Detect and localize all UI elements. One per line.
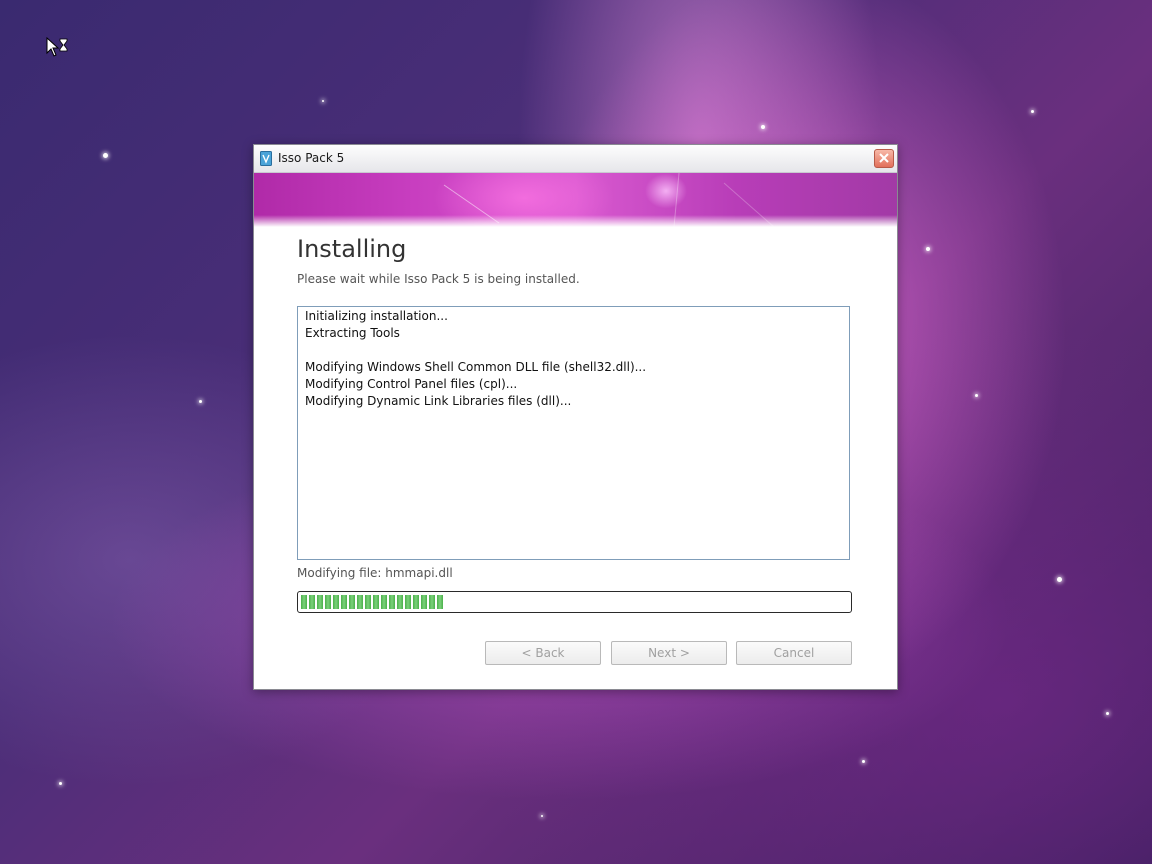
banner-fade <box>254 215 897 227</box>
log-line: Initializing installation... <box>305 309 448 323</box>
star <box>59 782 62 785</box>
star <box>975 394 978 397</box>
window-title: Isso Pack 5 <box>278 151 345 165</box>
page-subtitle: Please wait while Isso Pack 5 is being i… <box>297 272 580 286</box>
star <box>1031 110 1034 113</box>
title-bar[interactable]: Isso Pack 5 <box>254 145 897 173</box>
header-banner <box>254 173 897 227</box>
star <box>862 760 865 763</box>
cancel-button[interactable]: Cancel <box>736 641 852 665</box>
log-line: Modifying Dynamic Link Libraries files (… <box>305 394 572 408</box>
installer-window: Isso Pack 5 Installing Please wait while… <box>253 144 898 690</box>
install-log[interactable]: Initializing installation... Extracting … <box>297 306 850 560</box>
star <box>541 815 543 817</box>
back-button[interactable]: < Back <box>485 641 601 665</box>
log-line: Modifying Windows Shell Common DLL file … <box>305 360 647 374</box>
close-icon <box>879 153 889 163</box>
star <box>1057 577 1062 582</box>
star <box>761 125 765 129</box>
log-line: Extracting Tools <box>305 326 400 340</box>
page-title: Installing <box>297 235 407 263</box>
star <box>1106 712 1109 715</box>
busy-arrow-cursor-icon <box>46 37 68 57</box>
star <box>103 153 108 158</box>
star <box>199 400 202 403</box>
star <box>926 247 930 251</box>
status-text: Modifying file: hmmapi.dll <box>297 566 453 580</box>
next-button[interactable]: Next > <box>611 641 727 665</box>
install-progress-bar <box>297 591 852 613</box>
progress-fill <box>301 595 443 609</box>
isso-pack-app-icon <box>260 151 272 166</box>
close-button[interactable] <box>874 149 894 168</box>
star <box>322 100 324 102</box>
log-line: Modifying Control Panel files (cpl)... <box>305 377 518 391</box>
